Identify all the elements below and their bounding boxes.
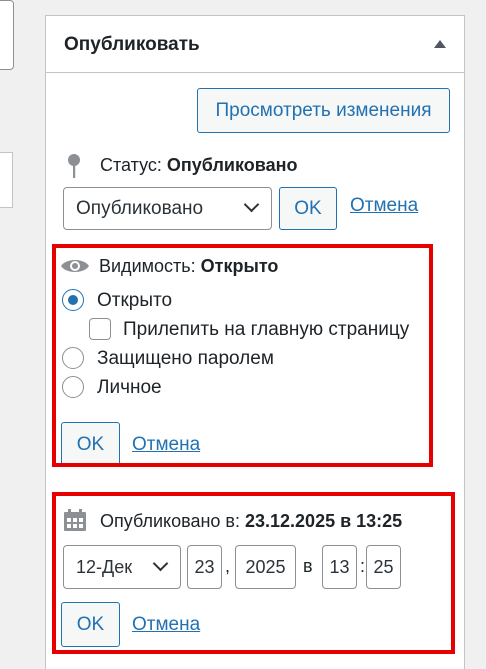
- visibility-password-radio[interactable]: [62, 347, 84, 369]
- month-select[interactable]: 12-Дек: [63, 545, 181, 589]
- publish-box-header: Опубликовать: [46, 16, 464, 73]
- published-value: 23.12.2025 в 13:25: [245, 511, 403, 531]
- visibility-ok-button[interactable]: OK: [61, 422, 120, 467]
- visibility-label: Видимость:: [99, 256, 196, 276]
- left-editor-field[interactable]: [0, 0, 14, 70]
- published-label: Опубликовано в:: [100, 511, 240, 531]
- at-label: в: [303, 556, 313, 576]
- eye-icon: [61, 260, 89, 272]
- collapse-arrow-icon[interactable]: [434, 40, 446, 48]
- status-cancel-link[interactable]: Отмена: [350, 195, 418, 217]
- visibility-value: Открыто: [200, 256, 279, 276]
- minute-input[interactable]: 25: [366, 545, 401, 589]
- status-select-value: Опубликовано: [76, 197, 204, 219]
- status-ok-button[interactable]: OK: [279, 187, 337, 230]
- visibility-row: Видимость: Открыто: [99, 256, 278, 277]
- status-select[interactable]: Опубликовано: [63, 187, 272, 230]
- publish-box: Опубликовать Просмотреть изменения Стату…: [45, 15, 465, 669]
- time-colon: :: [360, 556, 366, 576]
- published-row: Опубликовано в: 23.12.2025 в 13:25: [100, 511, 402, 532]
- chevron-down-icon: [152, 555, 169, 572]
- calendar-icon: [64, 509, 86, 531]
- month-select-value: 12-Дек: [76, 556, 133, 577]
- visibility-cancel-link[interactable]: Отмена: [132, 434, 200, 456]
- pin-icon: [68, 154, 80, 178]
- year-input[interactable]: 2025: [235, 545, 296, 589]
- visibility-public-radio[interactable]: [62, 289, 84, 311]
- status-value: Опубликовано: [166, 155, 298, 175]
- date-comma: ,: [225, 556, 231, 576]
- status-label: Статус:: [100, 155, 162, 175]
- status-row: Статус: Опубликовано: [100, 155, 297, 176]
- day-input[interactable]: 23: [187, 545, 222, 589]
- sticky-label: Прилепить на главную страницу: [123, 319, 410, 340]
- hour-input[interactable]: 13: [322, 545, 357, 589]
- chevron-down-icon: [243, 196, 260, 213]
- visibility-password-label: Защищено паролем: [97, 348, 274, 369]
- date-ok-button[interactable]: OK: [61, 602, 120, 647]
- date-cancel-link[interactable]: Отмена: [132, 614, 200, 636]
- sticky-checkbox[interactable]: [89, 318, 111, 340]
- left-editor-panel: [0, 152, 13, 208]
- visibility-private-radio[interactable]: [62, 376, 84, 398]
- preview-changes-button[interactable]: Просмотреть изменения: [197, 88, 450, 133]
- publish-box-title: Опубликовать: [64, 34, 200, 55]
- visibility-public-label: Открыто: [97, 290, 173, 311]
- visibility-private-label: Личное: [97, 377, 162, 398]
